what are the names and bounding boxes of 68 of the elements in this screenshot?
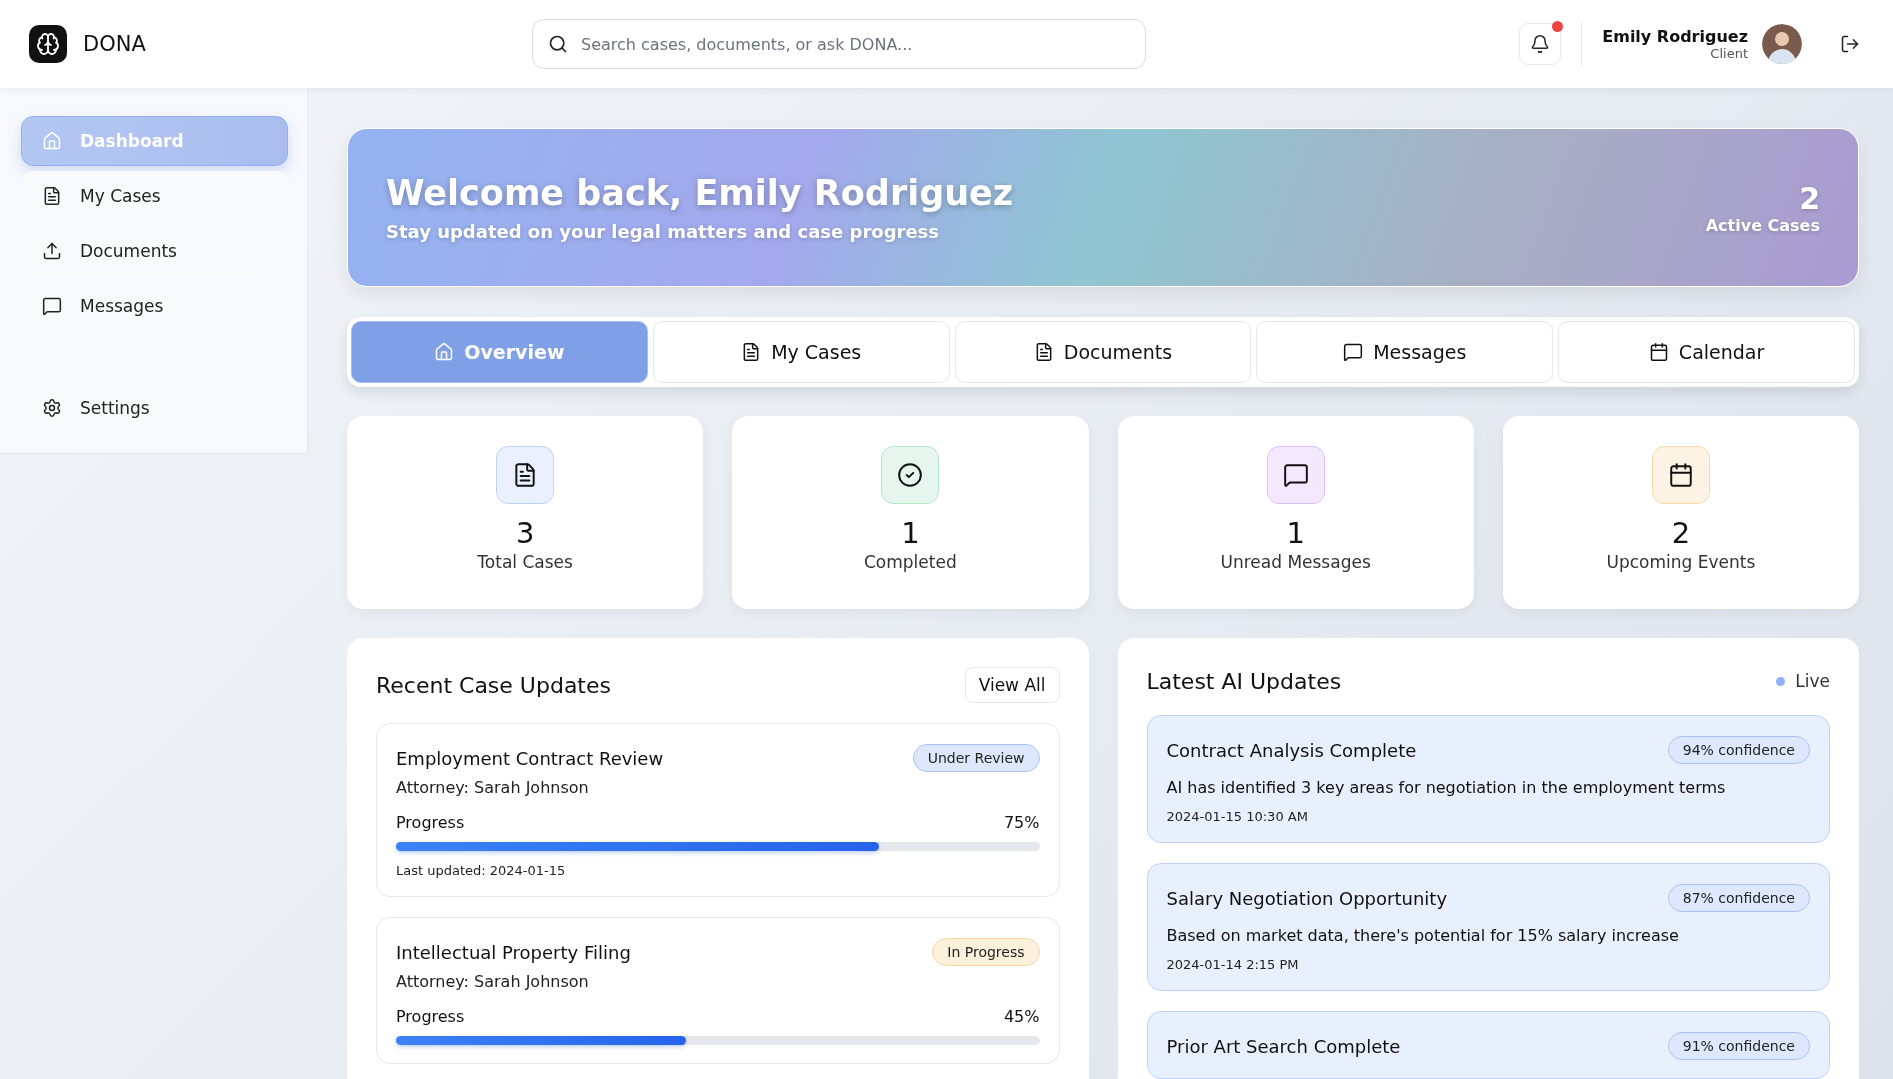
bell-icon xyxy=(1530,34,1551,54)
calendar-glyph-icon xyxy=(1667,462,1694,488)
update-time: 2024-01-14 2:15 PM xyxy=(1166,957,1300,972)
home-icon xyxy=(42,131,62,151)
settings-icon xyxy=(42,398,62,418)
last-updated: Last updated: 2024-01-15 xyxy=(396,863,567,878)
stat-value: 1 xyxy=(1286,516,1305,550)
case-card[interactable]: Intellectual Property Filing In Progress Attorney: Sarah Johnson Progress 45% xyxy=(376,917,1060,1064)
stat-value: 1 xyxy=(901,516,920,550)
case-card[interactable]: Employment Contract Review Under Review Attorney: Sarah Johnson Progress 75% Last updated: 2024-01-15 xyxy=(376,723,1060,897)
update-text: AI has identified 3 key areas for negotiation in the employment terms xyxy=(1166,778,1727,797)
message-glyph-icon xyxy=(1282,462,1309,488)
progress-percent: 45% xyxy=(1003,1007,1040,1026)
panel-title: Recent Case Updates xyxy=(376,672,611,698)
attorney-name: Attorney: Sarah Johnson xyxy=(396,972,590,991)
app-name: DONA xyxy=(83,32,146,56)
brain-icon xyxy=(36,32,60,56)
upload-icon xyxy=(42,241,62,261)
update-title: Prior Art Search Complete xyxy=(1166,1035,1401,1057)
progress-label: Progress xyxy=(396,813,465,832)
welcome-title: Welcome back, Emily Rodriguez xyxy=(386,173,1014,213)
search-field[interactable]: Search cases, documents, or ask DONA... xyxy=(532,19,1146,69)
user-name: Emily Rodriguez xyxy=(1602,27,1748,46)
ai-update-card[interactable]: Salary Negotiation Opportunity 87% confidence Based on market data, there's potential for 15% salary increase 2024-01-14 2:15 PM xyxy=(1146,863,1830,991)
stat-label: Total Cases xyxy=(477,552,573,572)
case-title: Employment Contract Review xyxy=(396,747,664,769)
tab[interactable]: Calendar xyxy=(1558,321,1855,383)
attorney-name: Attorney: Sarah Johnson xyxy=(396,778,590,797)
panel-title: Latest AI Updates xyxy=(1146,668,1342,694)
stat-value: 3 xyxy=(515,516,535,550)
progress-percent: 75% xyxy=(1003,813,1040,832)
update-title: Contract Analysis Complete xyxy=(1166,739,1417,761)
document-icon xyxy=(42,186,62,206)
notifications-button[interactable] xyxy=(1519,23,1562,65)
tab[interactable]: My Cases xyxy=(652,321,950,383)
user-role: Client xyxy=(1710,46,1748,61)
stat-label: Completed xyxy=(864,552,957,572)
view-all-button[interactable]: View All xyxy=(964,667,1060,703)
stat-label: Unread Messages xyxy=(1220,552,1371,572)
search-icon xyxy=(548,34,568,54)
confidence-badge: 91% confidence xyxy=(1667,1032,1810,1060)
update-text: Based on market data, there's potential for 15% salary increase xyxy=(1166,926,1680,945)
confidence-badge: 87% confidence xyxy=(1667,884,1810,912)
ai-update-card[interactable]: Prior Art Search Complete 91% confidence xyxy=(1146,1011,1830,1079)
progress-label: Progress xyxy=(396,1007,465,1026)
message-icon xyxy=(42,296,62,316)
home-icon xyxy=(434,342,455,362)
active-cases-label: Active Cases xyxy=(1705,215,1820,235)
tab[interactable]: Messages xyxy=(1256,321,1554,383)
avatar[interactable] xyxy=(1762,24,1802,64)
update-title: Salary Negotiation Opportunity xyxy=(1166,887,1448,909)
calendar-icon xyxy=(1648,342,1669,362)
message-icon xyxy=(1343,342,1364,362)
case-title: Intellectual Property Filing xyxy=(396,941,631,963)
update-time: 2024-01-15 10:30 AM xyxy=(1166,809,1309,824)
check-glyph-icon xyxy=(897,462,924,488)
active-cases-count: 2 xyxy=(1799,180,1820,216)
confidence-badge: 94% confidence xyxy=(1667,736,1810,764)
live-dot xyxy=(1776,676,1786,686)
logout-icon xyxy=(1840,34,1860,54)
stat-value: 2 xyxy=(1671,516,1691,550)
ai-update-card[interactable]: Contract Analysis Complete 94% confidence AI has identified 3 key areas for negotiation in the employment terms 2024-01-15 10:30 AM xyxy=(1146,715,1830,843)
status-badge: Under Review xyxy=(912,744,1040,772)
welcome-subtitle: Stay updated on your legal matters and case progress xyxy=(386,221,941,242)
tab[interactable]: Documents xyxy=(954,321,1252,383)
stat-label: Upcoming Events xyxy=(1606,552,1756,572)
live-label: Live xyxy=(1795,671,1830,691)
status-badge: In Progress xyxy=(932,938,1040,966)
